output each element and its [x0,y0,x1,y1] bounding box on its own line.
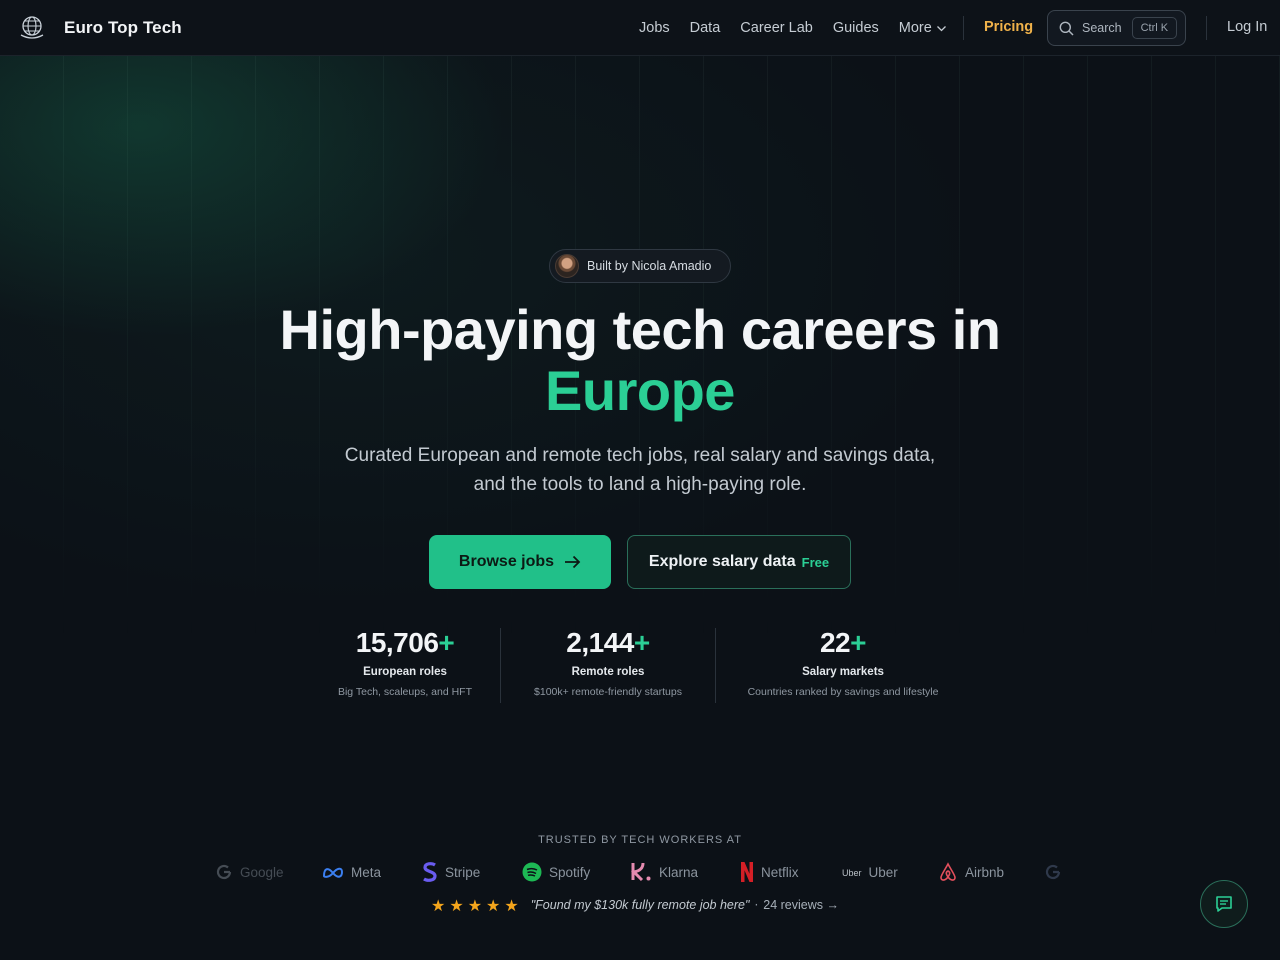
company-logo-meta: Meta [322,859,381,885]
nav-more-label: More [898,20,932,36]
stat-label: European roles [363,666,447,678]
browse-jobs-button[interactable]: Browse jobs [429,535,611,589]
airbnb-icon [940,862,956,881]
explore-salary-data-button[interactable]: Explore salary data Free [627,535,851,589]
stat-description: Big Tech, scaleups, and HFT [337,686,473,698]
page: Euro Top Tech Jobs Data Career Lab Guide… [0,0,1280,960]
nav-link-data[interactable]: Data [690,20,721,36]
spotify-icon [522,862,542,882]
author-badge[interactable]: Built by Nicola Amadio [549,249,731,283]
nav-link-career-lab[interactable]: Career Lab [740,20,813,36]
meta-icon [322,867,344,878]
company-logo-netflix: Netflix [740,859,799,885]
netflix-icon [741,862,753,882]
stripe-icon [423,862,437,882]
search-shortcut-badge: Ctrl K [1131,17,1178,39]
rating-stars: ★★★★★ [431,895,523,915]
stat-description: Countries ranked by savings and lifestyl… [747,686,939,698]
search-placeholder: Search [1082,21,1122,35]
explore-salary-data-label: Explore salary data [648,553,796,570]
search-icon [1059,21,1074,36]
nav-link-pricing[interactable]: Pricing [984,19,1033,35]
klarna-icon [630,862,651,882]
nav-divider [1206,16,1207,40]
login-link[interactable]: Log In [1227,19,1267,35]
brand-home-link[interactable]: Euro Top Tech [18,14,182,42]
nav-link-jobs[interactable]: Jobs [639,20,670,36]
stat-value: 22+ [819,627,867,658]
nav-link-guides[interactable]: Guides [833,20,879,36]
stat-description: $100k+ remote-friendly startups [534,686,682,698]
stat-divider [500,628,501,703]
review-quote: "Found my $130k fully remote job here" [530,898,750,912]
main-nav: Jobs Data Career Lab Guides More [639,0,967,56]
company-logo-strip: Google Meta Stripe Spotify Klarna Netfli… [0,859,1280,885]
chevron-down-icon [936,25,946,31]
chat-widget-button[interactable] [1200,880,1248,928]
search-button[interactable]: Search Ctrl K [1047,10,1186,46]
globe-logo-icon [20,16,44,39]
trusted-by-heading: TRUSTED BY TECH WORKERS AT [538,834,742,846]
top-navbar: Euro Top Tech Jobs Data Career Lab Guide… [0,0,1280,56]
author-badge-label: Built by Nicola Amadio [587,259,712,273]
stat-divider [715,628,716,703]
hero-title-accent: Europe [545,359,735,422]
nav-more-dropdown[interactable]: More [899,20,947,36]
company-logo-google: Google [215,859,284,885]
company-logo-airbnb: Airbnb [938,859,1004,885]
uber-wordmark-icon: Uber [842,867,862,878]
stat-label: Remote roles [571,666,645,678]
nav-divider [963,16,964,40]
google-icon [216,864,232,880]
brand-name: Euro Top Tech [64,18,182,37]
company-logo-spotify: Spotify [522,859,590,885]
reviews-count-link[interactable]: 24 reviews → [763,898,839,912]
company-logo-stripe: Stripe [422,859,480,885]
free-tag: Free [801,554,830,570]
company-logo-uber: Uber Uber [842,864,898,880]
browse-jobs-label: Browse jobs [458,553,555,570]
review-snippet: ★★★★★ "Found my $130k fully remote job h… [431,895,839,915]
stat-value: 15,706+ [355,627,455,658]
hero-title: High-paying tech careers in [279,298,1001,361]
stat-label: Salary markets [802,666,884,678]
review-separator: · [754,898,759,912]
company-logo-klarna: Klarna [630,859,698,885]
hero-subtitle: Curated European and remote tech jobs, r… [344,445,936,495]
company-logo-google-repeat [1044,859,1062,885]
avatar [555,254,579,278]
stat-value: 2,144+ [566,627,650,658]
chat-bubble-icon [1216,896,1232,912]
stat-remote-roles: 2,144+ Remote roles $100k+ remote-friend… [518,625,698,698]
arrow-right-icon [565,555,581,569]
google-icon [1045,864,1061,880]
stat-european-roles: 15,706+ European roles Big Tech, scaleup… [325,625,485,698]
stat-salary-markets: 22+ Salary markets Countries ranked by s… [733,625,953,698]
